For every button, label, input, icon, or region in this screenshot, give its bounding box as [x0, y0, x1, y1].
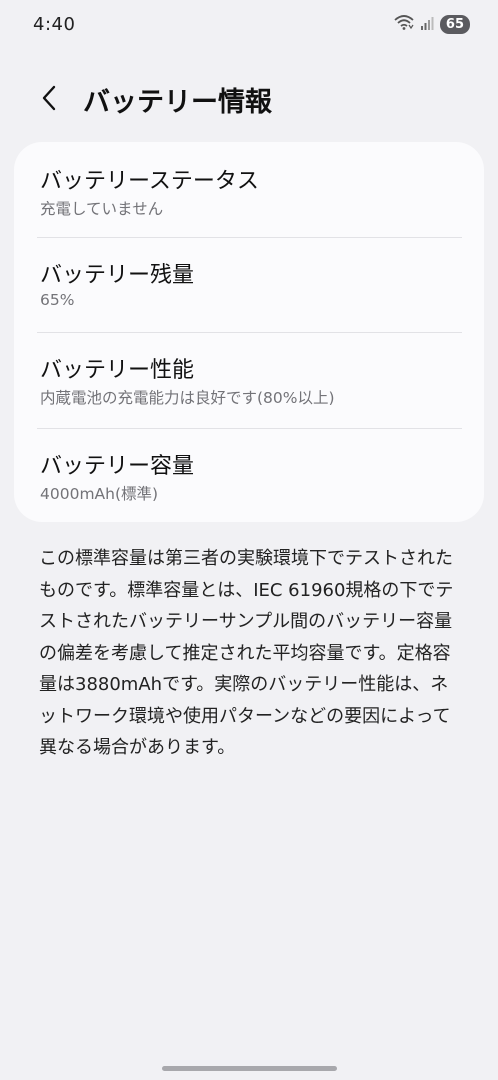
item-title: バッテリー容量 [40, 454, 195, 479]
item-title: バッテリー性能 [40, 358, 195, 383]
battery-indicator: 65 [439, 14, 470, 34]
wifi-icon [394, 14, 414, 34]
header: バッテリー情報 [0, 78, 498, 122]
signal-icon [420, 15, 434, 34]
item-subtitle: 4000mAh(標準) [40, 485, 159, 503]
item-subtitle: 65% [40, 291, 75, 309]
item-title: バッテリー残量 [40, 263, 195, 288]
battery-level-item[interactable]: バッテリー残量 65% [14, 238, 484, 333]
status-bar: 4:40 65 [0, 0, 498, 50]
item-subtitle: 充電していません [40, 200, 164, 218]
item-title: バッテリーステータス [40, 169, 259, 194]
page-title: バッテリー情報 [83, 87, 272, 118]
battery-info-card: バッテリーステータス 充電していません バッテリー残量 65% バッテリー性能 … [14, 142, 484, 522]
chevron-left-icon [40, 84, 58, 116]
battery-status-item[interactable]: バッテリーステータス 充電していません [14, 142, 484, 237]
battery-performance-item[interactable]: バッテリー性能 内蔵電池の充電能力は良好です(80%以上) [14, 333, 484, 428]
battery-capacity-item[interactable]: バッテリー容量 4000mAh(標準) [14, 429, 484, 524]
capacity-description: この標準容量は第三者の実験環境下でテストされたものです。標準容量とは、IEC 6… [39, 548, 454, 758]
back-button[interactable] [34, 82, 64, 118]
status-icons: 65 [394, 14, 470, 34]
status-time: 4:40 [33, 14, 76, 35]
item-subtitle: 内蔵電池の充電能力は良好です(80%以上) [40, 389, 335, 407]
navigation-handle[interactable] [162, 1066, 337, 1071]
